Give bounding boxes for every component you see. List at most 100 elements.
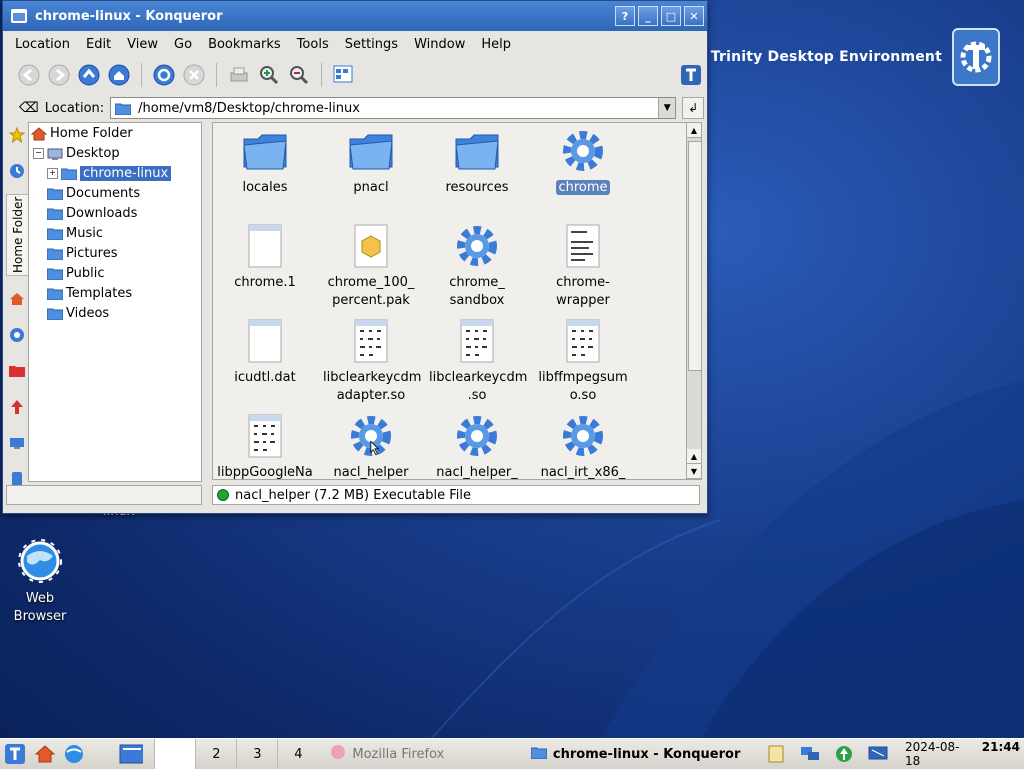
file-item[interactable]: chrome_100_ percent.pak: [323, 222, 419, 310]
tree-item-label: Documents: [66, 185, 141, 201]
file-item[interactable]: libffmpegsum o.so: [535, 317, 631, 405]
reload-icon[interactable]: [152, 63, 176, 87]
location-input[interactable]: /home/vm8/Desktop/chrome-linux ▼: [110, 97, 677, 119]
file-item[interactable]: nacl_helper_bootstrap: [429, 412, 525, 479]
file-item[interactable]: chrome-wrapper: [535, 222, 631, 310]
task-firefox[interactable]: Mozilla Firefox: [318, 739, 519, 769]
scroll-up-icon[interactable]: ▲: [687, 123, 701, 138]
home-icon[interactable]: [107, 63, 131, 87]
desktop-2-button[interactable]: 2: [195, 739, 236, 769]
display-icon[interactable]: [866, 742, 890, 766]
help-button[interactable]: ?: [615, 6, 635, 26]
file-item[interactable]: chrome_ sandbox: [429, 222, 525, 310]
home-icon[interactable]: [33, 742, 57, 766]
tree-item-music[interactable]: Music: [29, 223, 201, 243]
expand-icon[interactable]: +: [47, 167, 58, 179]
folder-icon: [347, 127, 395, 175]
menu-bookmarks[interactable]: Bookmarks: [200, 37, 289, 52]
history-icon[interactable]: [6, 158, 28, 184]
forward-icon[interactable]: [47, 63, 71, 87]
tree-item-public[interactable]: Public: [29, 263, 201, 283]
desktop-icon: [47, 147, 63, 160]
web-browser-icon[interactable]: [63, 742, 87, 766]
back-icon[interactable]: [17, 63, 41, 87]
devices-icon[interactable]: [6, 430, 28, 456]
tree-item-home-folder[interactable]: Home Folder: [29, 123, 201, 143]
menu-help[interactable]: Help: [473, 37, 519, 52]
minimize-button[interactable]: _: [638, 6, 658, 26]
trinity-konqueror-icon[interactable]: [679, 63, 703, 87]
folder-icon: [46, 267, 64, 280]
file-item[interactable]: libclearkeycdm adapter.so: [323, 317, 421, 405]
print-icon[interactable]: [227, 63, 251, 87]
update-icon[interactable]: [832, 742, 856, 766]
close-button[interactable]: ✕: [684, 6, 704, 26]
maximize-button[interactable]: □: [661, 6, 681, 26]
clock[interactable]: 2024-08-18 21:44: [905, 740, 1020, 768]
file-item[interactable]: nacl_irt_x86_32.nexe: [535, 412, 631, 480]
clear-location-icon[interactable]: ⌫: [19, 100, 39, 116]
tree-item-videos[interactable]: Videos: [29, 303, 201, 323]
desktop-4-button[interactable]: 4: [277, 739, 318, 769]
scroll-up-icon[interactable]: ▲: [687, 449, 701, 464]
desktop-switch-icon[interactable]: [119, 742, 144, 766]
tree-item-label: Videos: [66, 305, 110, 321]
file-item[interactable]: pnacl: [323, 127, 419, 197]
klipper-icon[interactable]: [764, 742, 788, 766]
stop-icon[interactable]: [182, 63, 206, 87]
collapse-icon[interactable]: −: [33, 147, 44, 159]
desktop-1-button[interactable]: [154, 739, 196, 769]
tree-item-chrome-linux[interactable]: + chrome-linux: [29, 163, 201, 183]
tree-item-documents[interactable]: Documents: [29, 183, 201, 203]
services-icon[interactable]: [6, 394, 28, 420]
title-bar[interactable]: chrome-linux - Konqueror ? _ □ ✕: [3, 1, 707, 31]
bookmarks-star-icon[interactable]: [6, 122, 28, 148]
desktop-3-button[interactable]: 3: [236, 739, 277, 769]
gear-icon: [559, 127, 607, 175]
root-folder-icon[interactable]: [6, 358, 28, 384]
task-konqueror[interactable]: chrome-linux - Konqueror: [519, 739, 761, 769]
up-icon[interactable]: [77, 63, 101, 87]
file-label-line2: o.so: [569, 388, 597, 403]
zoom-in-icon[interactable]: [257, 63, 281, 87]
location-bar: ⌫ Location: /home/vm8/Desktop/chrome-lin…: [3, 93, 707, 123]
folder-window-icon[interactable]: [11, 9, 27, 23]
file-item[interactable]: resources: [429, 127, 525, 197]
tree-item-downloads[interactable]: Downloads: [29, 203, 201, 223]
scrollbar-thumb[interactable]: [688, 141, 702, 371]
home-tab-icon[interactable]: [6, 286, 28, 312]
file-label: chrome_100_: [327, 275, 415, 290]
file-icon-view[interactable]: locales pnacl resources chrome chrome.1 chrom…: [212, 122, 688, 480]
tree-item-desktop[interactable]: − Desktop: [29, 143, 201, 163]
file-label: libclearkeycdm: [429, 370, 528, 385]
tab-home-folder[interactable]: Home Folder: [6, 194, 30, 276]
file-item[interactable]: chrome: [535, 127, 631, 197]
tree-item-templates[interactable]: Templates: [29, 283, 201, 303]
status-text: nacl_helper (7.2 MB) Executable File: [235, 487, 471, 503]
tree-item-pictures[interactable]: Pictures: [29, 243, 201, 263]
trinity-menu-icon[interactable]: [3, 742, 27, 766]
network-manager-icon[interactable]: [798, 742, 822, 766]
zoom-out-icon[interactable]: [287, 63, 311, 87]
menu-location[interactable]: Location: [7, 37, 78, 52]
file-item[interactable]: libppGoogleNaClPluginChr: [217, 412, 313, 479]
menu-window[interactable]: Window: [406, 37, 473, 52]
chevron-down-icon[interactable]: ▼: [658, 98, 676, 118]
menu-tools[interactable]: Tools: [289, 37, 337, 52]
file-item[interactable]: icudtl.dat: [217, 317, 313, 387]
menu-settings[interactable]: Settings: [337, 37, 406, 52]
vertical-scrollbar[interactable]: ▲ ▲ ▼: [686, 122, 702, 480]
file-item[interactable]: libclearkeycdm .so: [429, 317, 528, 405]
go-button[interactable]: ↲: [682, 97, 705, 119]
network-icon[interactable]: [6, 322, 28, 348]
desktop-pager: 2 3 4: [154, 739, 318, 769]
menu-go[interactable]: Go: [166, 37, 200, 52]
menu-edit[interactable]: Edit: [78, 37, 119, 52]
file-label: nacl_irt_x86_: [540, 465, 626, 480]
view-mode-icon[interactable]: [332, 63, 356, 87]
menu-view[interactable]: View: [119, 37, 166, 52]
file-item[interactable]: locales: [217, 127, 313, 197]
scroll-down-icon[interactable]: ▼: [687, 464, 701, 479]
file-item[interactable]: chrome.1: [217, 222, 313, 292]
web-browser-desktop-icon[interactable]: Web Browser: [8, 538, 72, 626]
